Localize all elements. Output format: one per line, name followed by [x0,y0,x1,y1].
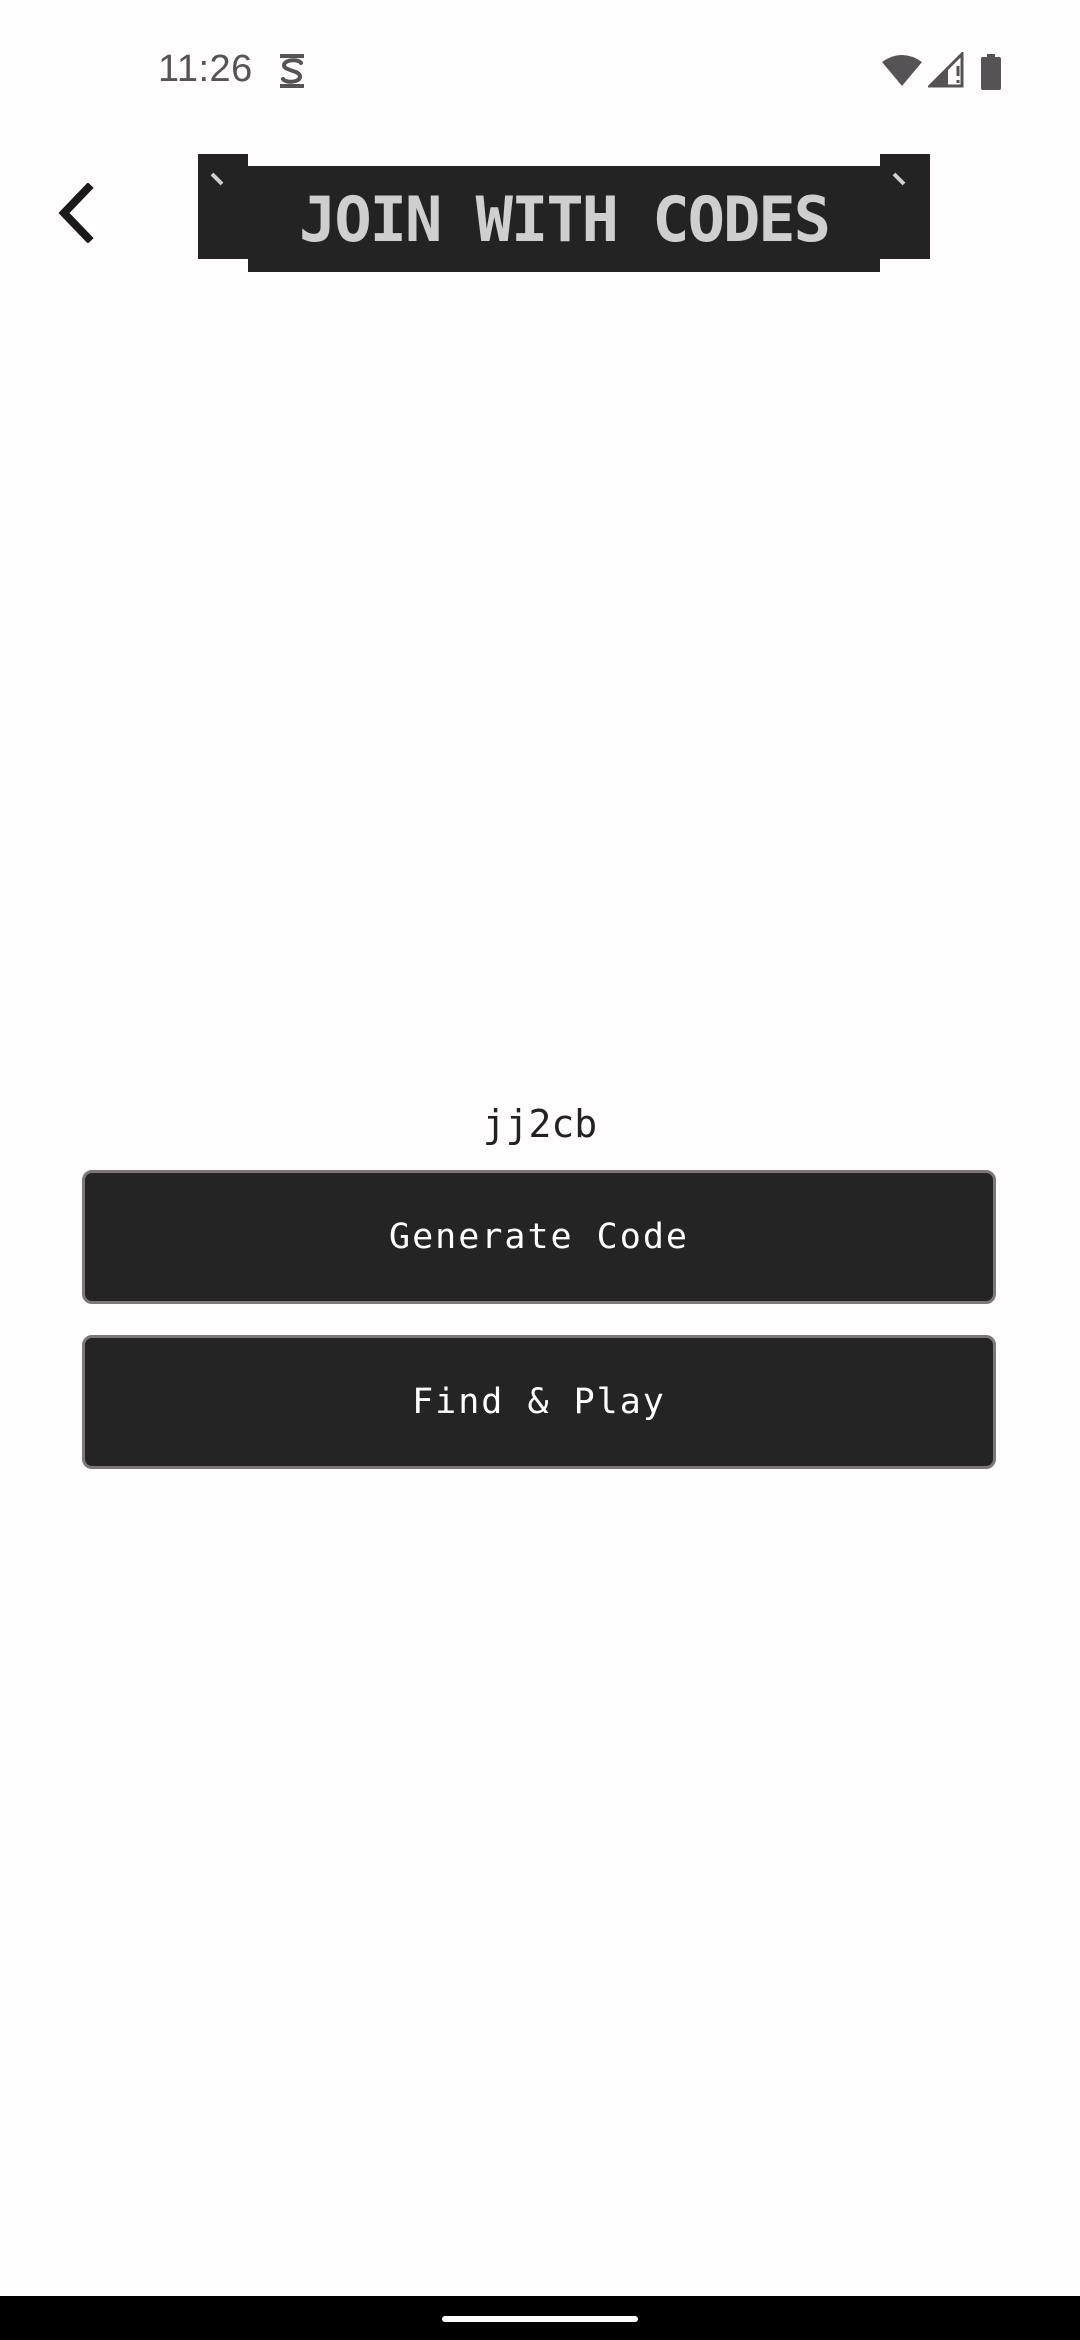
page-title: JOIN WITH CODES [299,182,831,256]
battery-icon [981,54,1001,90]
banner-body: JOIN WITH CODES [248,166,880,272]
generate-code-label: Generate Code [389,1217,689,1257]
home-handle[interactable] [442,2316,638,2322]
banner-left-wing [198,154,248,259]
chevron-left-icon [58,183,94,243]
banner-notch-icon [892,172,906,186]
title-banner: JOIN WITH CODES [198,154,930,272]
banner-notch-icon [210,172,224,186]
find-and-play-label: Find & Play [412,1382,666,1422]
back-button[interactable] [42,168,110,258]
cell-signal-icon [928,52,964,88]
wifi-icon [882,55,922,86]
banner-right-wing [880,154,930,259]
s-notification-icon [280,54,304,88]
generate-code-button[interactable]: Generate Code [82,1170,996,1304]
generated-code: jj2cb [482,1102,598,1146]
status-bar: 11:26 [0,0,1080,140]
find-and-play-button[interactable]: Find & Play [82,1335,996,1469]
status-time: 11:26 [158,48,253,90]
